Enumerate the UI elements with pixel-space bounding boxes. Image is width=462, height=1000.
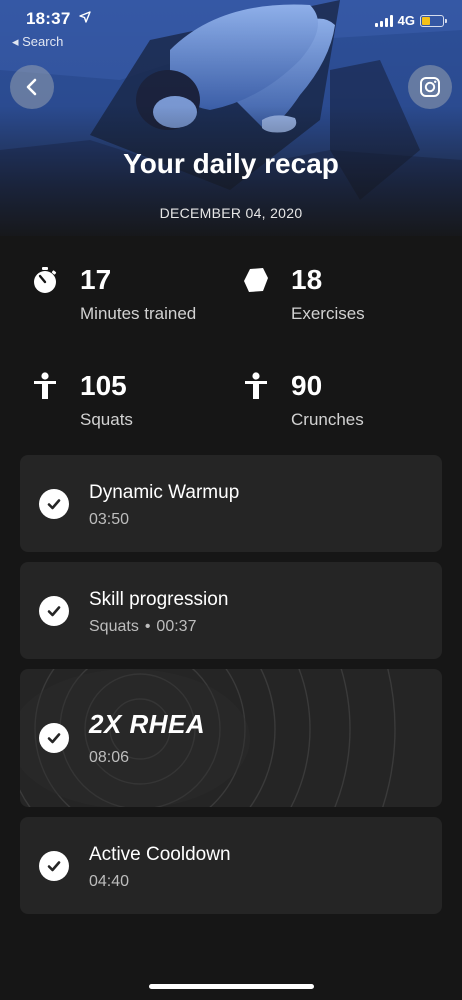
hero-gradient-overlay: [0, 0, 462, 236]
session-card-active-cooldown[interactable]: Active Cooldown 04:40: [20, 817, 442, 914]
stat-value: 105: [80, 370, 127, 401]
stat-value: 17: [80, 264, 112, 295]
hero-banner: 18:37 ◂ Search 4G Your daily recap DECEM…: [0, 0, 462, 236]
page-title: Your daily recap: [123, 148, 339, 179]
separator-dot: •: [144, 618, 151, 635]
session-card-dynamic-warmup[interactable]: Dynamic Warmup 03:50: [20, 455, 442, 552]
decorative-rings: [20, 669, 396, 807]
session-duration: 03:50: [89, 511, 130, 528]
stat-squats: 105 Squats: [31, 370, 231, 440]
session-detail: Squats: [89, 618, 139, 635]
session-duration: 08:06: [89, 749, 130, 766]
battery-icon: [420, 14, 447, 27]
stat-label: Squats: [80, 410, 133, 429]
session-card-2x-rhea[interactable]: 2X RHEA 08:06: [20, 669, 442, 807]
stat-exercises: 18 Exercises: [242, 264, 442, 334]
polygon-icon: [242, 266, 270, 294]
session-title: 2X RHEA: [89, 709, 206, 739]
location-arrow-icon: [79, 11, 91, 23]
chevron-left-icon: [26, 78, 37, 96]
session-title: Skill progression: [89, 589, 229, 610]
checkmark-icon: [39, 489, 69, 519]
instagram-icon: [420, 77, 440, 97]
stat-crunches: 90 Crunches: [242, 370, 442, 440]
status-time: 18:37: [26, 9, 71, 28]
status-indicators: 4G: [374, 13, 447, 28]
session-card-skill-progression[interactable]: Skill progression Squats • 00:37: [20, 562, 442, 659]
session-title: Active Cooldown: [89, 844, 231, 865]
back-to-app-link[interactable]: ◂ Search: [12, 34, 63, 50]
stat-value: 18: [291, 264, 323, 295]
stat-value: 90: [291, 370, 323, 401]
recap-date: DECEMBER 04, 2020: [159, 205, 303, 221]
session-duration: 00:37: [156, 618, 197, 635]
back-button[interactable]: [10, 65, 54, 109]
checkmark-icon: [39, 596, 69, 626]
session-duration: 04:40: [89, 873, 130, 890]
stat-label: Minutes trained: [80, 304, 197, 323]
session-title: Dynamic Warmup: [89, 482, 240, 503]
session-subtitle: Squats • 00:37: [89, 618, 196, 636]
stat-label: Exercises: [291, 304, 365, 323]
instagram-share-button[interactable]: [408, 65, 452, 109]
person-icon: [242, 372, 270, 400]
cellular-signal-icon: [374, 14, 393, 27]
stopwatch-icon: [31, 266, 59, 294]
network-type: 4G: [397, 13, 415, 28]
stat-label: Crunches: [291, 410, 364, 429]
stat-minutes-trained: 17 Minutes trained: [31, 264, 231, 334]
person-icon: [31, 372, 59, 400]
checkmark-icon: [39, 851, 69, 881]
home-indicator[interactable]: [149, 984, 314, 989]
checkmark-icon: [39, 723, 69, 753]
